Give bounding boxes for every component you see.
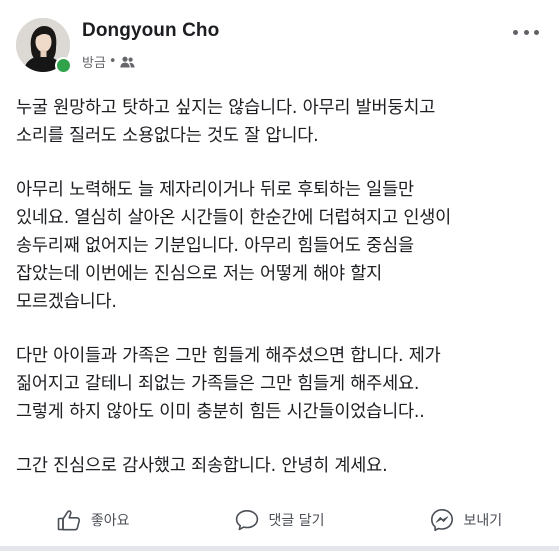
post-paragraph: 그간 진심으로 감사했고 죄송합니다. 안녕히 계세요. bbox=[16, 456, 388, 476]
share-label: 보내기 bbox=[463, 513, 503, 529]
actions-divider bbox=[0, 494, 559, 495]
messenger-icon bbox=[430, 509, 453, 532]
comment-button[interactable]: 댓글 달기 bbox=[186, 509, 372, 531]
post-text: 누굴 원망하고 탓하고 싶지는 않습니다. 아무리 발버둥치고 소리를 질러도 … bbox=[16, 94, 550, 480]
online-status-indicator bbox=[55, 57, 72, 74]
feed-separator bbox=[0, 546, 559, 551]
friends-icon[interactable] bbox=[119, 56, 135, 68]
more-horizontal-icon bbox=[513, 29, 518, 35]
post-paragraph: 누굴 원망하고 탓하고 싶지는 않습니다. 아무리 발버둥치고 소리를 질러도 … bbox=[16, 98, 436, 146]
like-button[interactable]: 좋아요 bbox=[0, 509, 186, 531]
meta-separator: • bbox=[108, 54, 117, 69]
post-header: Dongyoun Cho 방금 • bbox=[16, 14, 543, 76]
comment-icon bbox=[235, 510, 258, 531]
post-meta: 방금 • bbox=[82, 52, 135, 71]
post-paragraph: 아무리 노력해도 늘 제자리이거나 뒤로 후퇴하는 일들만 있네요. 열심히 살… bbox=[16, 180, 452, 312]
thumbs-up-icon bbox=[57, 510, 80, 531]
comment-label: 댓글 달기 bbox=[268, 513, 325, 529]
author-name[interactable]: Dongyoun Cho bbox=[82, 20, 219, 42]
post-actions-bar: 좋아요 댓글 달기 보내기 bbox=[0, 500, 559, 540]
post-card: Dongyoun Cho 방금 • 누굴 원망하고 탓하고 싶지는 않습니다. … bbox=[0, 0, 559, 551]
more-options-button[interactable] bbox=[513, 24, 539, 40]
share-button[interactable]: 보내기 bbox=[373, 508, 559, 532]
more-dot bbox=[534, 29, 539, 35]
avatar[interactable] bbox=[16, 18, 72, 74]
post-timestamp[interactable]: 방금 bbox=[82, 52, 106, 71]
like-label: 좋아요 bbox=[90, 513, 130, 529]
post-paragraph: 다만 아이들과 가족은 그만 힘들게 해주셨으면 합니다. 제가 짊어지고 갈테… bbox=[16, 346, 441, 422]
more-dot bbox=[523, 29, 529, 35]
